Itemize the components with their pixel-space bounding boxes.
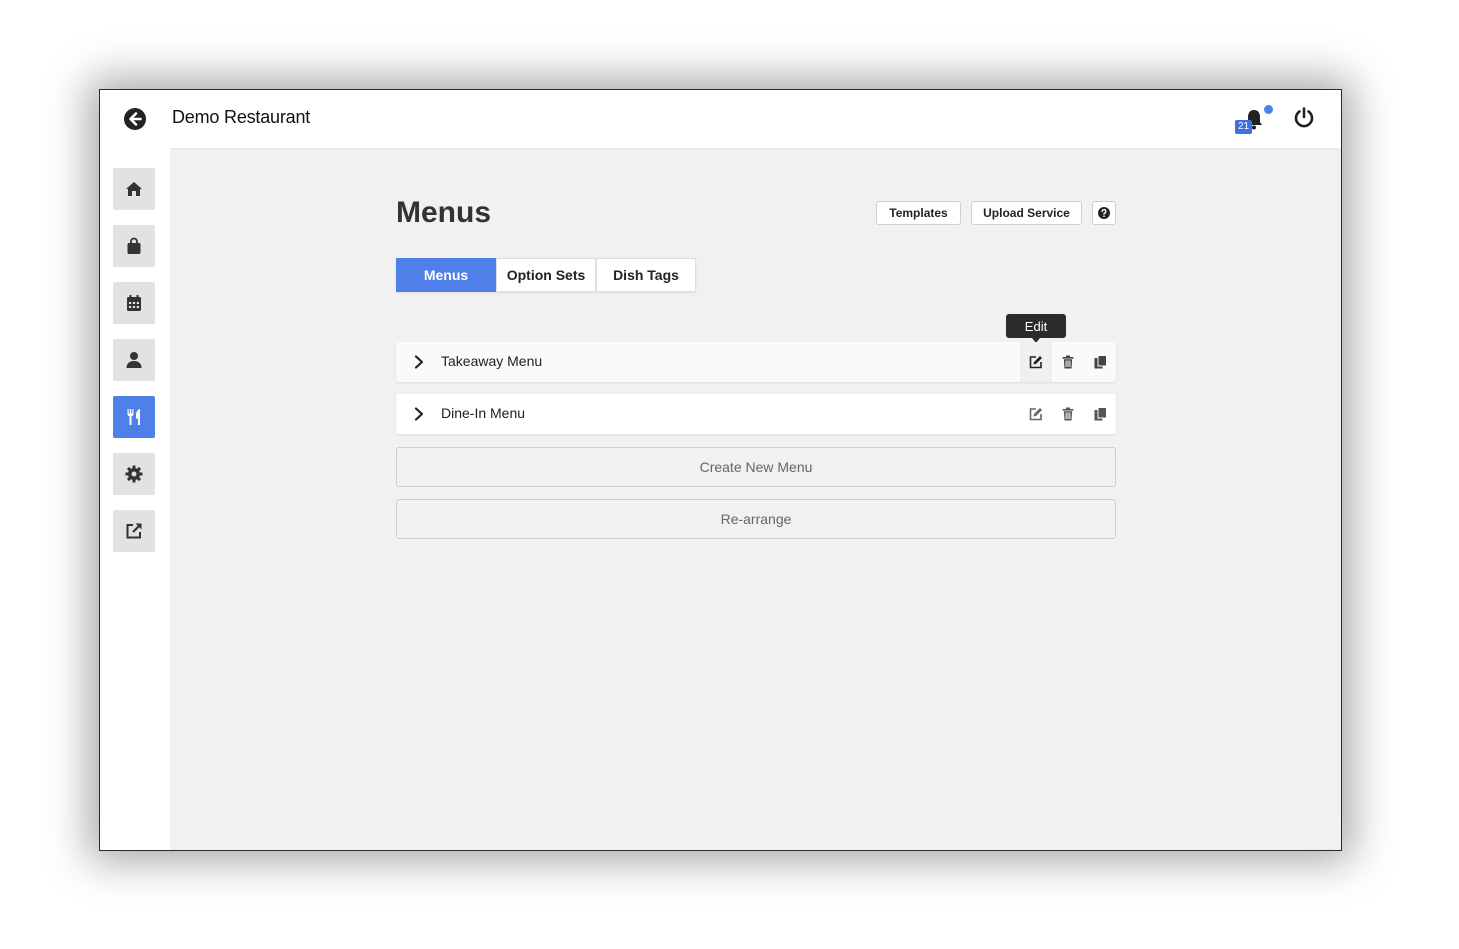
tab-dish-tags[interactable]: Dish Tags: [596, 258, 696, 292]
menu-name: Takeaway Menu: [441, 353, 543, 369]
help-button[interactable]: [1092, 201, 1116, 225]
tab-option-sets[interactable]: Option Sets: [496, 258, 596, 292]
delete-button[interactable]: [1057, 403, 1079, 425]
calendar-icon: [127, 295, 141, 311]
restaurant-title: Demo Restaurant: [172, 107, 311, 127]
power-icon[interactable]: [1292, 106, 1316, 130]
chevron-right-icon[interactable]: [413, 355, 425, 369]
duplicate-button[interactable]: [1089, 403, 1111, 425]
trash-icon: [1062, 355, 1074, 369]
notifications-button[interactable]: 21: [1235, 105, 1273, 136]
notification-dot: [1264, 105, 1273, 114]
sidebar-item-menus[interactable]: [113, 396, 155, 438]
chevron-right-icon[interactable]: [413, 407, 425, 421]
sidebar-item-orders[interactable]: [113, 225, 155, 267]
external-link-icon: [126, 523, 142, 539]
menu-name: Dine-In Menu: [441, 405, 526, 421]
top-bar: Demo Restaurant 21: [100, 90, 1341, 148]
copy-icon: [1094, 355, 1107, 369]
edit-button[interactable]: [1020, 342, 1052, 382]
utensils-icon: [127, 409, 140, 425]
sidebar-item-settings[interactable]: [113, 453, 155, 495]
delete-button[interactable]: [1057, 351, 1079, 373]
tab-bar: Menus Option Sets Dish Tags: [396, 258, 696, 292]
page-title: Menus: [396, 196, 492, 229]
sidebar-item-customers[interactable]: [113, 339, 155, 381]
upload-service-button[interactable]: Upload Service: [971, 201, 1082, 225]
create-new-menu-button[interactable]: Create New Menu: [396, 447, 1116, 487]
sidebar-item-home[interactable]: [113, 168, 155, 210]
copy-icon: [1094, 407, 1107, 421]
question-circle-icon: [1098, 207, 1110, 219]
trash-icon: [1062, 407, 1074, 421]
menu-row-dine-in[interactable]: Dine-In Menu: [396, 394, 1116, 434]
edit-icon: [1029, 408, 1042, 421]
back-arrow-icon[interactable]: [123, 107, 147, 131]
shopping-bag-icon: [127, 237, 141, 254]
edit-icon: [1029, 356, 1042, 369]
notification-count-badge: 21: [1235, 120, 1252, 134]
templates-button[interactable]: Templates: [876, 201, 961, 225]
sidebar-item-bookings[interactable]: [113, 282, 155, 324]
sidebar: [100, 148, 170, 850]
edit-button[interactable]: [1025, 403, 1047, 425]
gear-icon: [125, 465, 143, 483]
app-window: Demo Restaurant 21 Menus Templates Uploa…: [99, 89, 1342, 851]
sidebar-item-external[interactable]: [113, 510, 155, 552]
edit-tooltip: Edit: [1006, 314, 1066, 343]
tab-menus[interactable]: Menus: [396, 258, 496, 292]
rearrange-button[interactable]: Re-arrange: [396, 499, 1116, 539]
user-icon: [126, 352, 142, 368]
menu-row-takeaway[interactable]: Takeaway Menu: [396, 342, 1116, 382]
duplicate-button[interactable]: [1089, 351, 1111, 373]
home-icon: [126, 182, 142, 196]
